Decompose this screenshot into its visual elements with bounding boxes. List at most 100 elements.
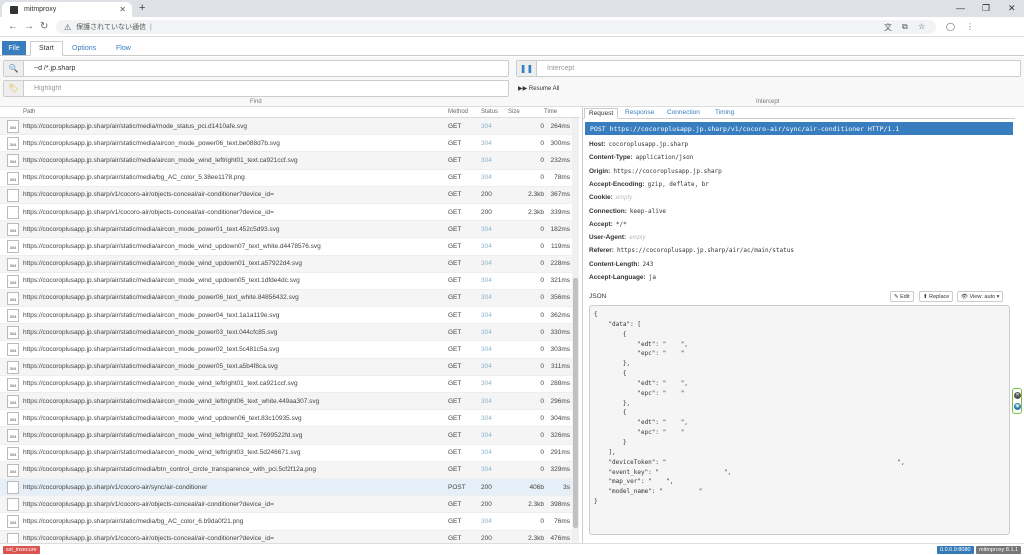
row-status: 304: [481, 517, 492, 525]
window-close-icon[interactable]: ✕: [1008, 3, 1016, 14]
row-method: GET: [448, 156, 462, 164]
row-path: https://cocoroplusapp.jp.sharp/air/stati…: [23, 363, 278, 371]
header-row[interactable]: Origin: https://cocoroplusapp.jp.sharp: [589, 168, 722, 175]
table-row[interactable]: 304 https://cocoroplusapp.jp.sharp/air/st…: [0, 289, 572, 308]
start-toolbar: 🔍 🏷 ❚❚ ▶▶ Resume All Find Intercept: [0, 57, 1024, 107]
header-row[interactable]: Content-Length: 243: [589, 261, 653, 268]
row-method: GET: [448, 346, 462, 354]
row-method: GET: [448, 535, 462, 543]
bookmark-star-icon[interactable]: ☆: [918, 22, 925, 31]
resume-all-button[interactable]: ▶▶ Resume All: [518, 85, 559, 92]
file-menu-button[interactable]: File: [2, 41, 26, 55]
forward-icon[interactable]: →: [24, 21, 34, 32]
tab-options[interactable]: Options: [64, 41, 104, 56]
table-row[interactable]: 304 https://cocoroplusapp.jp.sharp/air/st…: [0, 170, 572, 187]
back-icon[interactable]: ←: [8, 21, 18, 32]
table-row[interactable]: 304 https://cocoroplusapp.jp.sharp/air/st…: [0, 255, 572, 273]
header-row[interactable]: Host: cocoroplusapp.jp.sharp: [589, 141, 688, 148]
omnibox[interactable]: ⚠ 保護されていない通信 |: [56, 20, 936, 34]
tab-connection[interactable]: Connection: [663, 108, 704, 119]
view-mode-dropdown[interactable]: 👁 View: auto ▾: [957, 291, 1004, 302]
header-row[interactable]: Connection: keep-alive: [589, 208, 666, 215]
intercept-input[interactable]: [537, 65, 1020, 72]
row-method: GET: [448, 397, 462, 405]
header-row[interactable]: Content-Type: application/json: [589, 154, 693, 161]
browser-tab[interactable]: mitmproxy ✕: [2, 2, 132, 17]
tab-close-icon[interactable]: ✕: [119, 5, 126, 14]
warning-icon[interactable]: ⚠: [64, 23, 71, 32]
table-row[interactable]: 304 https://cocoroplusapp.jp.sharp/air/st…: [0, 427, 572, 445]
column-method[interactable]: Method: [448, 109, 468, 115]
header-name: Origin:: [589, 167, 611, 175]
menu-dots-icon[interactable]: ⋮: [966, 22, 974, 31]
table-row[interactable]: https://cocoroplusapp.jp.sharp/v1/cocoro…: [0, 204, 572, 222]
table-row[interactable]: 304 https://cocoroplusapp.jp.sharp/air/st…: [0, 341, 572, 359]
close-circle-icon[interactable]: ✕: [1014, 392, 1021, 399]
table-row[interactable]: 304 https://cocoroplusapp.jp.sharp/air/st…: [0, 376, 572, 393]
table-row[interactable]: 304 https://cocoroplusapp.jp.sharp/air/st…: [0, 152, 572, 170]
column-path[interactable]: Path: [23, 109, 35, 115]
table-row[interactable]: 304 https://cocoroplusapp.jp.sharp/air/st…: [0, 461, 572, 479]
flow-scrollbar[interactable]: [572, 118, 579, 543]
file-type-icon: 304: [7, 154, 19, 168]
replace-button[interactable]: ⬆ Replace: [919, 291, 954, 302]
table-row[interactable]: 304 https://cocoroplusapp.jp.sharp/air/st…: [0, 307, 572, 325]
row-method: GET: [448, 122, 462, 130]
maximize-icon[interactable]: ❐: [982, 3, 990, 14]
header-row[interactable]: Referer: https://cocoroplusapp.jp.sharp/a…: [589, 247, 794, 254]
row-method: GET: [448, 208, 462, 216]
json-body[interactable]: { "data": [ { "edt": " ", "epc": " " }, …: [589, 305, 1010, 535]
table-row[interactable]: 304 https://cocoroplusapp.jp.sharp/air/st…: [0, 135, 572, 153]
table-row[interactable]: https://cocoroplusapp.jp.sharp/v1/cocoro…: [0, 530, 572, 543]
table-row[interactable]: 304 https://cocoroplusapp.jp.sharp/air/st…: [0, 445, 572, 462]
tab-flow[interactable]: Flow: [108, 41, 139, 56]
table-row[interactable]: 304 https://cocoroplusapp.jp.sharp/air/st…: [0, 273, 572, 290]
row-status: 304: [481, 156, 492, 164]
row-method: POST: [448, 483, 466, 491]
tab-start[interactable]: Start: [30, 41, 63, 56]
column-status[interactable]: Status: [481, 109, 498, 115]
profile-icon[interactable]: ◯: [946, 22, 955, 31]
search-input[interactable]: [24, 65, 508, 72]
table-row[interactable]: https://cocoroplusapp.jp.sharp/v1/cocoro…: [0, 478, 572, 497]
table-row[interactable]: 304 https://cocoroplusapp.jp.sharp/air/st…: [0, 358, 572, 376]
flow-table-header: Path Method Status Size Time: [0, 107, 580, 118]
new-tab-icon[interactable]: +: [139, 2, 145, 14]
tab-response[interactable]: Response: [621, 108, 658, 119]
table-row[interactable]: 304 https://cocoroplusapp.jp.sharp/air/st…: [0, 118, 572, 136]
row-time: 182ms: [550, 225, 570, 233]
minimize-icon[interactable]: —: [956, 3, 965, 13]
header-row[interactable]: User-Agent: empty: [589, 234, 646, 241]
share-icon[interactable]: ⧉: [902, 22, 908, 32]
table-row[interactable]: 304 https://cocoroplusapp.jp.sharp/air/st…: [0, 238, 572, 256]
table-row[interactable]: 304 https://cocoroplusapp.jp.sharp/air/st…: [0, 513, 572, 531]
row-status: 304: [481, 260, 492, 268]
row-path: https://cocoroplusapp.jp.sharp/air/stati…: [23, 431, 303, 439]
flow-scrollbar-thumb[interactable]: [573, 278, 578, 528]
table-row[interactable]: 304 https://cocoroplusapp.jp.sharp/air/st…: [0, 324, 572, 342]
table-row[interactable]: 304 https://cocoroplusapp.jp.sharp/air/st…: [0, 221, 572, 239]
highlight-input[interactable]: [24, 85, 508, 92]
table-row[interactable]: 304 https://cocoroplusapp.jp.sharp/air/st…: [0, 393, 572, 411]
request-line[interactable]: POST https://cocoroplusapp.jp.sharp/v1/c…: [585, 122, 1013, 135]
table-row[interactable]: 304 https://cocoroplusapp.jp.sharp/air/st…: [0, 410, 572, 428]
row-status: 304: [481, 431, 492, 439]
edit-button[interactable]: ✎ Edit: [890, 291, 914, 302]
row-time: 476ms: [550, 535, 570, 543]
tab-timing[interactable]: Timing: [711, 108, 738, 119]
row-time: 288ms: [550, 380, 570, 388]
tab-request[interactable]: Request: [584, 108, 619, 119]
header-row[interactable]: Cookie: empty: [589, 194, 632, 201]
table-row[interactable]: https://cocoroplusapp.jp.sharp/v1/cocoro…: [0, 186, 572, 204]
extension-widget[interactable]: ✕ ◉: [1012, 388, 1022, 414]
header-row[interactable]: Accept-Encoding: gzip, deflate, br: [589, 181, 709, 188]
table-row[interactable]: https://cocoroplusapp.jp.sharp/v1/cocoro…: [0, 496, 572, 514]
row-method: GET: [448, 363, 462, 371]
header-row[interactable]: Accept-Language: ja: [589, 274, 656, 281]
header-row[interactable]: Accept: */*: [589, 221, 627, 228]
column-time[interactable]: Time: [544, 109, 557, 115]
column-size[interactable]: Size: [508, 109, 520, 115]
translate-icon[interactable]: 文: [884, 22, 892, 33]
info-circle-icon[interactable]: ◉: [1014, 403, 1021, 410]
reload-icon[interactable]: ↻: [40, 21, 48, 32]
